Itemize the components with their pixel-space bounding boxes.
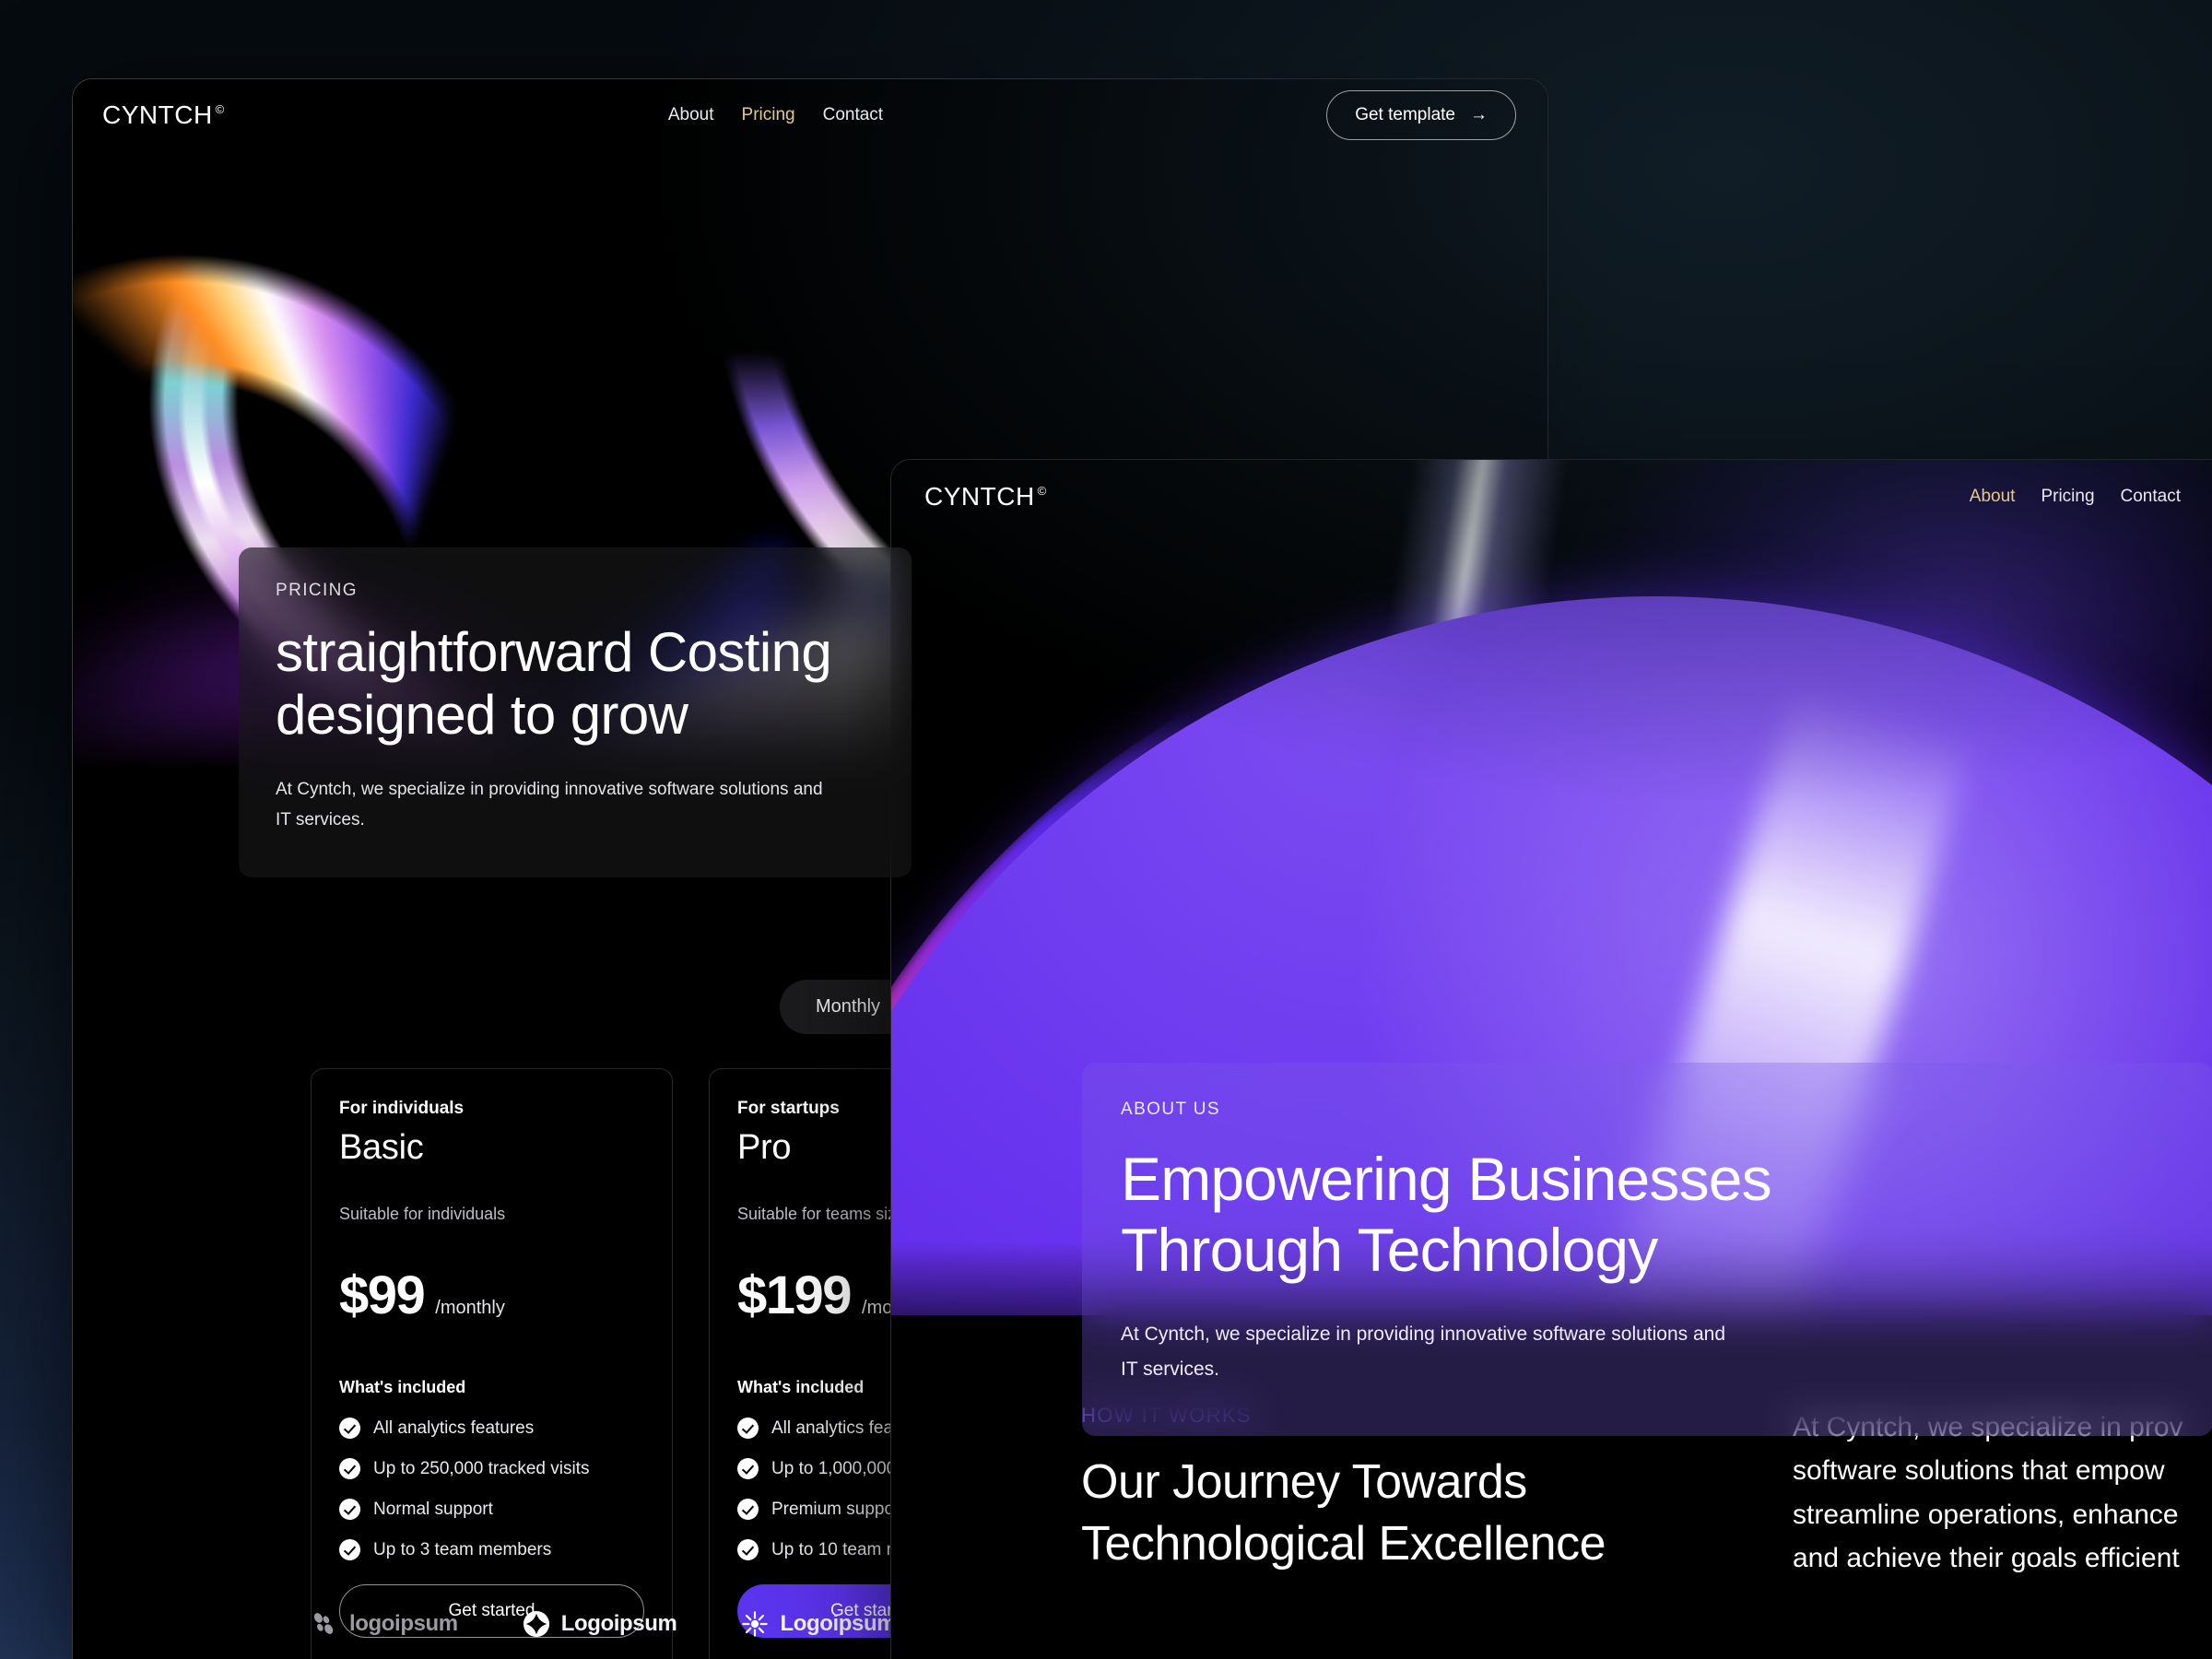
browser-window-about: CYNTCH © About Pricing Contact ABOUT US … bbox=[890, 459, 2212, 1659]
client-logo-label: logoipsum bbox=[349, 1611, 458, 1636]
nav-item-contact[interactable]: Contact bbox=[2121, 487, 2181, 507]
nav-item-pricing[interactable]: Pricing bbox=[742, 105, 795, 125]
brand-logo[interactable]: CYNTCH © bbox=[102, 102, 225, 128]
plan-feature-label: Premium support bbox=[771, 1499, 905, 1519]
plan-price-row: $99 /monthly bbox=[339, 1265, 644, 1326]
pricing-topnav: CYNTCH © About Pricing Contact Get templ… bbox=[73, 79, 1547, 151]
how-it-works-left: HOW IT WORKS Our Journey Towards Technol… bbox=[1081, 1404, 1726, 1659]
plan-price: $199 bbox=[737, 1265, 853, 1325]
plan-feature-label: Normal support bbox=[373, 1499, 493, 1519]
check-circle-icon bbox=[339, 1418, 360, 1439]
copyright-icon: © bbox=[215, 102, 225, 116]
plan-suitable: Suitable for individuals bbox=[339, 1205, 506, 1223]
about-hero-title-line1: Empowering Businesses bbox=[1121, 1145, 1772, 1213]
copyright-icon: © bbox=[1037, 484, 1047, 498]
about-hero-title-line2: Through Technology bbox=[1121, 1216, 1658, 1285]
diamond-icon bbox=[523, 1610, 549, 1638]
arrow-right-icon: → bbox=[1469, 105, 1488, 124]
pricing-hero-body-line2: IT services. bbox=[276, 809, 365, 830]
plan-feature-label: Up to 250,000 tracked visits bbox=[373, 1458, 590, 1478]
plan-price: $99 bbox=[339, 1265, 426, 1325]
plan-feature: Up to 3 team members bbox=[339, 1539, 644, 1560]
nav-item-about[interactable]: About bbox=[668, 105, 714, 125]
plan-feature: Up to 250,000 tracked visits bbox=[339, 1458, 644, 1479]
plan-name: Basic bbox=[339, 1128, 424, 1167]
about-hero-card: ABOUT US Empowering Businesses Through T… bbox=[1082, 1063, 2212, 1437]
page-backdrop: CYNTCH © About Pricing Contact Get templ… bbox=[0, 0, 2212, 1659]
check-circle-icon bbox=[737, 1499, 759, 1520]
check-circle-icon bbox=[339, 1458, 360, 1479]
pricing-card-basic: For individuals Basic Suitable for indiv… bbox=[311, 1068, 673, 1659]
client-logo-3: Logoipsum bbox=[741, 1610, 897, 1638]
pricing-hero-title-line1: straightforward Costing bbox=[276, 621, 832, 683]
about-nav-links: About Pricing Contact bbox=[1970, 487, 2181, 507]
pricing-hero-title-line2: designed to grow bbox=[276, 683, 688, 746]
plan-included-label: What's included bbox=[339, 1378, 466, 1396]
pricing-hero-title: straightforward Costing designed to grow bbox=[276, 621, 875, 747]
dots-blob-icon bbox=[313, 1613, 334, 1634]
check-circle-icon bbox=[737, 1458, 759, 1479]
about-hero-body-line1: At Cyntch, we specialize in providing in… bbox=[1121, 1324, 1726, 1346]
plan-feature: Normal support bbox=[339, 1499, 644, 1520]
check-circle-icon bbox=[339, 1539, 360, 1560]
pricing-hero-card: PRICING straightforward Costing designed… bbox=[239, 547, 912, 878]
about-topnav: CYNTCH © About Pricing Contact bbox=[891, 460, 2212, 534]
how-it-works-paragraph: At Cyntch, we specialize in prov softwar… bbox=[1793, 1404, 2212, 1659]
how-it-works-paragraph-line3: streamline operations, enhance bbox=[1793, 1499, 2179, 1530]
how-it-works-heading: Our Journey Towards Technological Excell… bbox=[1081, 1452, 1726, 1574]
plan-feature-label: All analytics features bbox=[373, 1418, 535, 1438]
pricing-nav-links: About Pricing Contact bbox=[668, 105, 883, 125]
check-circle-icon bbox=[737, 1539, 759, 1560]
client-logo-label: Logoipsum bbox=[560, 1611, 677, 1636]
get-template-button[interactable]: Get template → bbox=[1326, 90, 1516, 140]
client-logo-2: Logoipsum bbox=[523, 1610, 677, 1638]
nav-item-pricing[interactable]: Pricing bbox=[2041, 487, 2094, 507]
check-circle-icon bbox=[737, 1418, 759, 1439]
get-template-label: Get template bbox=[1355, 105, 1455, 124]
how-it-works-paragraph-line2: software solutions that empow bbox=[1793, 1455, 2165, 1487]
pricing-hero-body: At Cyntch, we specialize in providing in… bbox=[276, 774, 829, 836]
how-it-works-heading-line1: Our Journey Towards bbox=[1081, 1455, 1527, 1509]
brand-logo[interactable]: CYNTCH © bbox=[924, 484, 1047, 510]
about-hero-body: At Cyntch, we specialize in providing in… bbox=[1121, 1317, 2174, 1386]
starburst-icon bbox=[742, 1611, 769, 1637]
how-it-works-heading-line2: Technological Excellence bbox=[1081, 1516, 1606, 1571]
client-logo-1: logoipsum bbox=[311, 1610, 458, 1638]
nav-item-contact[interactable]: Contact bbox=[823, 105, 883, 125]
plan-feature-label: Up to 3 team members bbox=[373, 1539, 552, 1559]
pricing-hero-body-line1: At Cyntch, we specialize in providing in… bbox=[276, 779, 823, 799]
plan-feature: All analytics features bbox=[339, 1418, 644, 1439]
client-logo-label: Logoipsum bbox=[780, 1611, 897, 1636]
pricing-eyebrow: PRICING bbox=[276, 581, 358, 600]
nav-item-about[interactable]: About bbox=[1970, 487, 2016, 507]
brand-name: CYNTCH bbox=[924, 482, 1035, 511]
plan-period: /monthly bbox=[435, 1298, 505, 1318]
brand-name: CYNTCH bbox=[102, 100, 213, 129]
about-hero-body-line2: IT services. bbox=[1121, 1358, 1219, 1380]
check-circle-icon bbox=[339, 1499, 360, 1520]
plan-kicker: For individuals bbox=[339, 1099, 465, 1118]
how-it-works-paragraph-line4: and achieve their goals efficient bbox=[1793, 1543, 2180, 1574]
about-hero-title: Empowering Businesses Through Technology bbox=[1121, 1144, 2174, 1286]
about-eyebrow: ABOUT US bbox=[1121, 1100, 1220, 1119]
